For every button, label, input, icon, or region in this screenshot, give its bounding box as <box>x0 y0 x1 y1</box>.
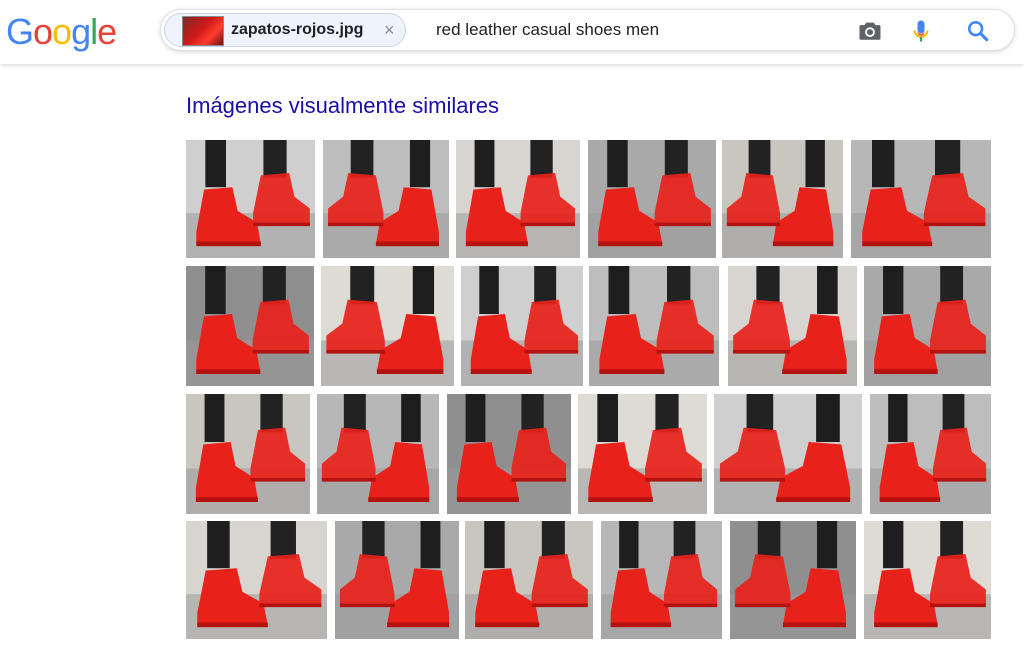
logo-letter: l <box>90 11 98 52</box>
image-result-thumbnail[interactable] <box>601 521 722 639</box>
image-result-thumbnail[interactable] <box>186 394 310 514</box>
image-result-thumbnail[interactable] <box>714 394 862 514</box>
image-result-thumbnail[interactable] <box>864 521 991 639</box>
logo-letter: g <box>71 11 91 52</box>
image-result-thumbnail[interactable] <box>323 140 449 258</box>
header-bar: Google zapatos-rojos.jpg × red leather c… <box>0 0 1024 64</box>
similar-images-heading[interactable]: Imágenes visualmente similares <box>186 93 499 119</box>
image-result-thumbnail[interactable] <box>851 140 991 258</box>
image-result-thumbnail[interactable] <box>456 140 580 258</box>
image-result-thumbnail[interactable] <box>578 394 707 514</box>
logo-letter: o <box>33 11 53 52</box>
image-result-thumbnail[interactable] <box>317 394 439 514</box>
search-icon[interactable] <box>964 17 992 45</box>
image-result-thumbnail[interactable] <box>186 521 327 639</box>
search-input[interactable]: red leather casual shoes men <box>436 10 659 50</box>
image-result-thumbnail[interactable] <box>728 266 857 386</box>
image-result-thumbnail[interactable] <box>461 266 583 386</box>
image-result-thumbnail[interactable] <box>447 394 571 514</box>
logo-letter: e <box>97 11 117 52</box>
logo-letter: G <box>6 11 34 52</box>
microphone-icon[interactable] <box>907 17 935 45</box>
google-logo[interactable]: Google <box>6 10 117 54</box>
remove-image-button[interactable]: × <box>384 14 395 46</box>
image-chip-label: zapatos-rojos.jpg <box>231 21 364 38</box>
image-result-thumbnail[interactable] <box>589 266 719 386</box>
image-result-thumbnail[interactable] <box>870 394 991 514</box>
image-result-thumbnail[interactable] <box>186 140 315 258</box>
camera-icon[interactable] <box>856 17 884 45</box>
logo-letter: o <box>52 11 72 52</box>
image-result-thumbnail[interactable] <box>588 140 716 258</box>
image-result-thumbnail[interactable] <box>465 521 593 639</box>
image-result-thumbnail[interactable] <box>864 266 991 386</box>
query-image-thumbnail <box>182 16 224 46</box>
image-result-thumbnail[interactable] <box>335 521 459 639</box>
image-result-thumbnail[interactable] <box>186 266 314 386</box>
search-box[interactable]: zapatos-rojos.jpg × red leather casual s… <box>160 9 1015 51</box>
image-search-chip[interactable]: zapatos-rojos.jpg × <box>164 13 406 47</box>
image-result-thumbnail[interactable] <box>321 266 454 386</box>
image-result-thumbnail[interactable] <box>730 521 856 639</box>
image-result-thumbnail[interactable] <box>722 140 843 258</box>
